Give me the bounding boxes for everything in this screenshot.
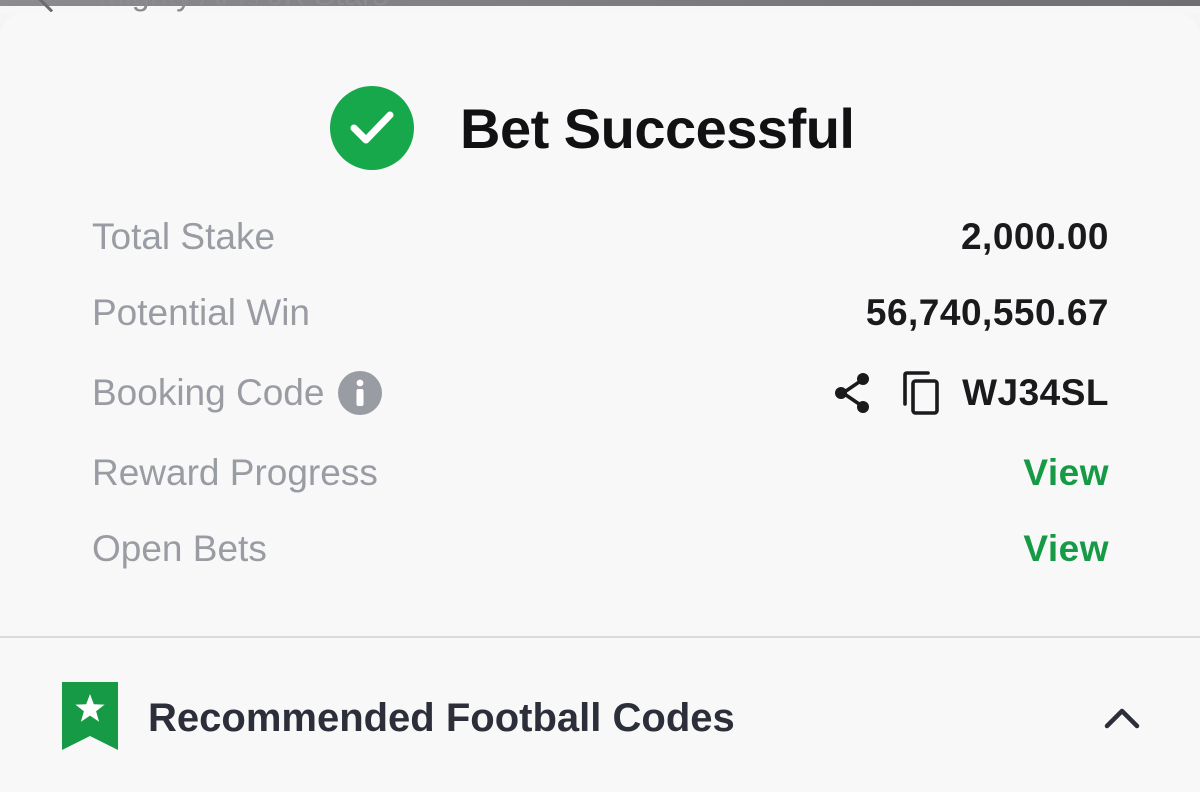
open-bets-row: Open Bets View bbox=[92, 524, 1109, 574]
check-circle-icon bbox=[330, 86, 414, 170]
home-team: Mighty Al bbox=[98, 0, 228, 12]
copy-icon[interactable] bbox=[902, 370, 940, 416]
total-stake-value: 2,000.00 bbox=[960, 216, 1109, 257]
booking-code-row: Booking Code WJ34SL bbox=[92, 368, 1109, 418]
reward-progress-view-link[interactable]: View bbox=[1023, 452, 1109, 494]
booking-code-label: Booking Code bbox=[92, 372, 325, 413]
open-bets-view-link[interactable]: View bbox=[1023, 528, 1109, 570]
potential-win-value: 56,740,550.67 bbox=[865, 292, 1109, 333]
open-bets-label: Open Bets bbox=[92, 528, 267, 569]
info-icon[interactable] bbox=[338, 371, 383, 415]
total-stake-label: Total Stake bbox=[92, 216, 276, 257]
bet-confirmation-screen: Mighty Al vs JK Stars Bet Successful Tot… bbox=[0, 0, 1200, 792]
chevron-up-icon[interactable] bbox=[1102, 698, 1142, 738]
recommended-title: Recommended Football Codes bbox=[148, 695, 735, 740]
total-stake-row: Total Stake 2,000.00 bbox=[92, 212, 1109, 262]
recommended-section: Recommended Football Codes bbox=[0, 638, 1200, 792]
potential-win-label: Potential Win bbox=[92, 292, 310, 333]
booking-code-label-group: Booking Code bbox=[92, 371, 383, 415]
success-title: Bet Successful bbox=[460, 96, 855, 160]
versus-label: vs bbox=[237, 0, 259, 10]
success-headline: Bet Successful bbox=[330, 86, 855, 170]
away-team: JK Stars bbox=[268, 0, 389, 12]
potential-win-row: Potential Win 56,740,550.67 bbox=[92, 288, 1109, 338]
booking-code-actions: WJ34SL bbox=[832, 370, 1109, 416]
bookmark-star-icon bbox=[62, 681, 118, 755]
booking-code-value[interactable]: WJ34SL bbox=[962, 372, 1109, 414]
recommended-header[interactable]: Recommended Football Codes bbox=[62, 681, 1142, 755]
reward-progress-label: Reward Progress bbox=[92, 452, 378, 493]
reward-progress-row: Reward Progress View bbox=[92, 448, 1109, 498]
share-icon[interactable] bbox=[832, 371, 872, 415]
bet-success-sheet: Bet Successful Total Stake 2,000.00 Pote… bbox=[0, 12, 1200, 638]
